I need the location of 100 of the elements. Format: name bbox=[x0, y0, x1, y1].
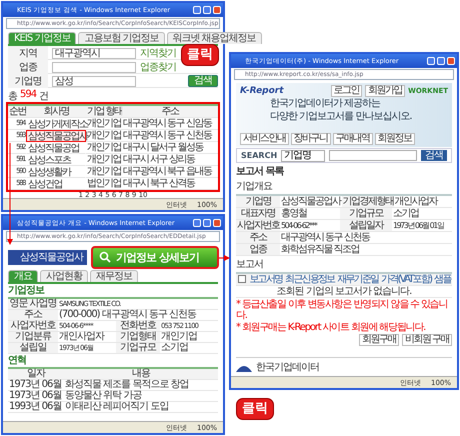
section-title: 연혁 bbox=[8, 355, 27, 366]
nav-button[interactable]: 서비스안내 bbox=[240, 133, 288, 145]
input-field[interactable]: 대구광역시 bbox=[52, 48, 136, 58]
company-link[interactable]: 삼성생활카 bbox=[26, 166, 86, 178]
connector-arrow bbox=[218, 255, 230, 261]
tab[interactable]: 재무정보 bbox=[90, 270, 138, 282]
subsection-title: 보고서 bbox=[236, 258, 264, 271]
field-label: 기업규모 bbox=[340, 208, 392, 220]
lookup-link[interactable]: 업종찾기 bbox=[140, 60, 176, 74]
column-header: 순번 bbox=[8, 106, 26, 118]
field-label: 영문 사업명 bbox=[8, 299, 58, 310]
site-logo[interactable]: K-Report bbox=[240, 86, 284, 96]
table-cell: 개인기업 bbox=[86, 130, 122, 142]
field-label: 사업자번호 bbox=[8, 321, 58, 332]
search-icon bbox=[99, 251, 111, 263]
field-label: 설립일자 bbox=[340, 220, 392, 232]
field-label: 대표자명 bbox=[236, 208, 280, 220]
field-label: 주소 bbox=[236, 232, 280, 244]
field-label: 업종 bbox=[8, 60, 48, 74]
table-cell: 법인기업 bbox=[86, 178, 122, 190]
notice-text: * 회원구매는 K-Report 사이트 회원에 해당됩니다. bbox=[236, 322, 426, 333]
table-cell: 대구광역시 북구 읍내동 bbox=[122, 166, 218, 178]
notice-text: * 등급산출일 이후 변동사항은 반영되지 않을 수 있습니다. bbox=[236, 299, 448, 321]
search-type-select[interactable]: 기업명 bbox=[281, 150, 326, 162]
table-cell: 대구광역시 동구 신천동 bbox=[122, 130, 218, 142]
page-heading: 삼성직물공업사 bbox=[8, 250, 87, 264]
field-label: 업종 bbox=[236, 244, 280, 256]
table-cell: 개인기업 bbox=[86, 118, 122, 130]
table-cell: 대구시 서구 상리동 bbox=[122, 154, 218, 166]
search-button[interactable]: 검색 bbox=[421, 150, 447, 161]
table-cell: 1973년 06월 bbox=[8, 391, 64, 402]
field-label: 기업규모 bbox=[116, 343, 160, 354]
column-header: 회사명 bbox=[26, 106, 86, 118]
field-label: 사업자번호 bbox=[236, 220, 280, 232]
column-header: 재무기준일 bbox=[336, 274, 380, 286]
column-header: 샘플 bbox=[432, 274, 452, 286]
empty-message: 조회된 기업의 보고서가 없습니다. bbox=[236, 286, 452, 298]
field-label: 설립일 bbox=[8, 343, 58, 354]
total-label: 총 bbox=[8, 90, 17, 103]
field-value: 화학섬유직물 직조업 bbox=[280, 244, 452, 256]
company-name: 한국기업데이터 bbox=[256, 361, 319, 374]
table-cell: 1973년 06월 bbox=[8, 380, 64, 391]
purchase-button[interactable]: 비회원 구매 bbox=[402, 334, 452, 346]
company-link[interactable]: 삼성건업 bbox=[26, 178, 86, 190]
purchase-button[interactable]: 회원구매 bbox=[358, 334, 399, 346]
table-cell: 화성직물 제조를 목적으로 창업 bbox=[64, 380, 218, 391]
section-title: 기업정보 bbox=[8, 285, 46, 296]
field-value: 소기업 bbox=[392, 208, 452, 220]
lookup-link[interactable]: 지역찾기 bbox=[140, 46, 176, 60]
tab[interactable]: 사업현황 bbox=[40, 270, 88, 282]
table-cell: 개인기업 bbox=[86, 142, 122, 154]
search-field[interactable] bbox=[329, 150, 417, 161]
tab[interactable]: 워크넷 채용업체정보 bbox=[166, 32, 262, 44]
checkbox-cell[interactable] bbox=[236, 274, 248, 286]
table-cell: 개인기업 bbox=[86, 154, 122, 166]
field-label: 기업분류 bbox=[8, 332, 58, 343]
checkbox[interactable] bbox=[238, 275, 246, 283]
field-value: 1973년 06월 01일 bbox=[392, 220, 452, 232]
account-button[interactable]: 로그인 bbox=[330, 85, 362, 97]
column-header: 주소 bbox=[122, 106, 218, 118]
search-button[interactable]: 검색 bbox=[188, 75, 218, 87]
column-header: 보고서명 bbox=[248, 274, 284, 286]
nav-button[interactable]: 회원정보 bbox=[374, 133, 414, 145]
table-cell: 동양물산 위탁 가공 bbox=[64, 391, 218, 402]
field-label: 기업경제형태 bbox=[342, 196, 394, 208]
tab[interactable]: KEIS 기업정보 bbox=[8, 32, 76, 44]
table-cell: 개인기업 bbox=[86, 166, 122, 178]
result-count: 594 bbox=[20, 89, 36, 102]
column-header: 가격(VAT포함) bbox=[380, 274, 433, 286]
field-value: 개인기업 bbox=[160, 332, 218, 343]
field-value: 대구광역시 동구 신천동 bbox=[280, 232, 452, 244]
nav-button[interactable]: 구매내역 bbox=[332, 133, 372, 145]
account-button[interactable]: 회원가입 bbox=[365, 85, 406, 97]
field-label: 기업형태 bbox=[116, 332, 160, 343]
company-link[interactable]: 삼성스포츠 bbox=[26, 154, 86, 166]
column-header: 일자 bbox=[8, 369, 64, 380]
banner-slogan: 다양한 기업보고서를 만나보십시오. bbox=[270, 111, 413, 123]
table-cell: 대구시 북구 산격동 bbox=[122, 178, 218, 190]
input-field[interactable]: 삼성 bbox=[52, 76, 136, 86]
field-label: 기업명 bbox=[8, 74, 48, 88]
field-label: 전화번호 bbox=[116, 321, 160, 332]
tab[interactable]: 개요 bbox=[8, 270, 38, 282]
click-callout: 클릭 bbox=[181, 44, 219, 66]
field-label: 지역 bbox=[8, 46, 48, 60]
table-cell: 1993년 06월 bbox=[8, 402, 64, 413]
nav-button[interactable]: 장바구니 bbox=[290, 133, 330, 145]
banner-slogan: 한국기업데이터가 제공하는 bbox=[270, 98, 382, 110]
section-title: 보고서 목록 bbox=[236, 165, 285, 178]
field-label: 기업명 bbox=[236, 196, 280, 208]
input-field[interactable] bbox=[52, 62, 136, 72]
table-cell: 대구광역시 동구 신암동 bbox=[122, 118, 218, 130]
subsection-title: 기업개요 bbox=[236, 180, 274, 193]
field-value: 소기업 bbox=[160, 343, 218, 354]
column-header: 내용 bbox=[64, 369, 218, 380]
tab[interactable]: 고용보험 기업정보 bbox=[78, 32, 165, 44]
table-cell: 대구시 달서구 월성동 bbox=[122, 142, 218, 154]
field-value: 개인사업자 bbox=[394, 196, 452, 208]
total-label: 건 bbox=[39, 90, 48, 103]
company-link[interactable]: 삼성직물공업 bbox=[26, 142, 86, 154]
column-header: 최근신용정보 bbox=[284, 274, 336, 286]
